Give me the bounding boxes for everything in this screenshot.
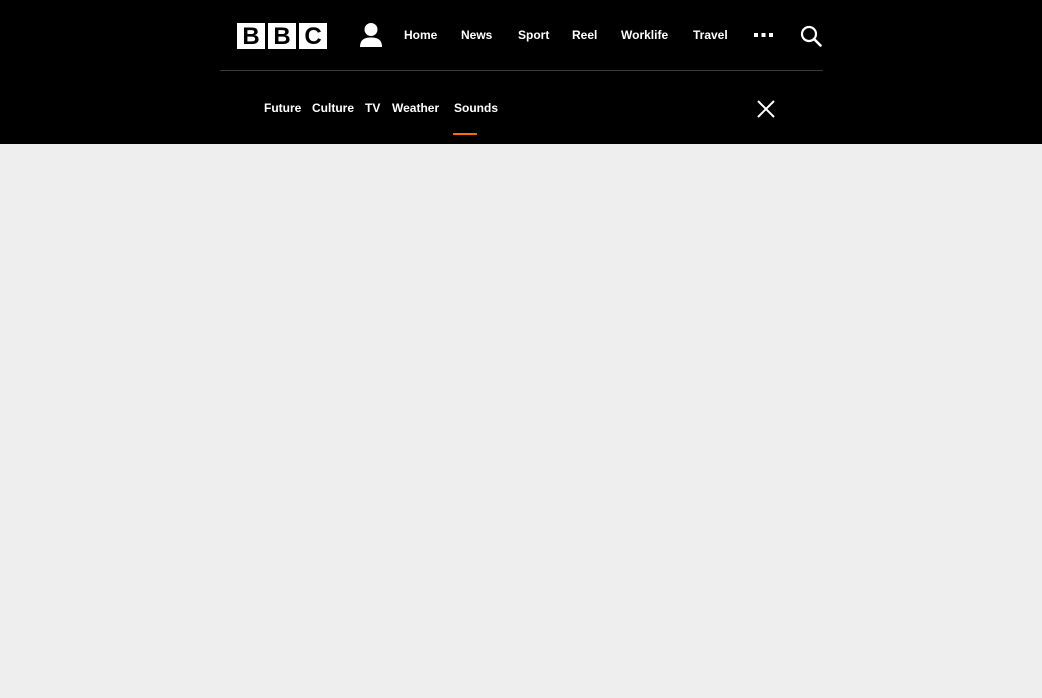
nav-reel[interactable]: Reel [572,27,597,43]
nav-sport[interactable]: Sport [518,27,549,43]
search-icon[interactable] [800,25,822,47]
nav-home[interactable]: Home [404,27,437,43]
subnav-culture[interactable]: Culture [312,100,354,116]
logo-block: B [268,23,296,50]
logo-block: C [299,23,327,50]
more-icon[interactable] [753,27,775,43]
site-header: B B C Home News Sport Reel Worklife Trav… [0,0,1042,144]
active-indicator [453,133,477,135]
bbc-logo[interactable]: B B C [237,23,327,50]
nav-worklife[interactable]: Worklife [621,27,668,43]
subnav-tv[interactable]: TV [365,100,380,116]
nav-news[interactable]: News [461,27,492,43]
logo-block: B [237,23,265,50]
account-icon[interactable] [359,22,383,48]
subnav-weather[interactable]: Weather [392,100,439,116]
subnav-sounds[interactable]: Sounds [454,100,498,116]
nav-travel[interactable]: Travel [693,27,728,43]
page-content [0,144,1042,698]
close-icon[interactable] [756,99,776,119]
secondary-nav-bar: Future Culture TV Weather Sounds [220,72,823,144]
subnav-future[interactable]: Future [264,100,301,116]
primary-nav-bar: B B C Home News Sport Reel Worklife Trav… [220,0,823,71]
